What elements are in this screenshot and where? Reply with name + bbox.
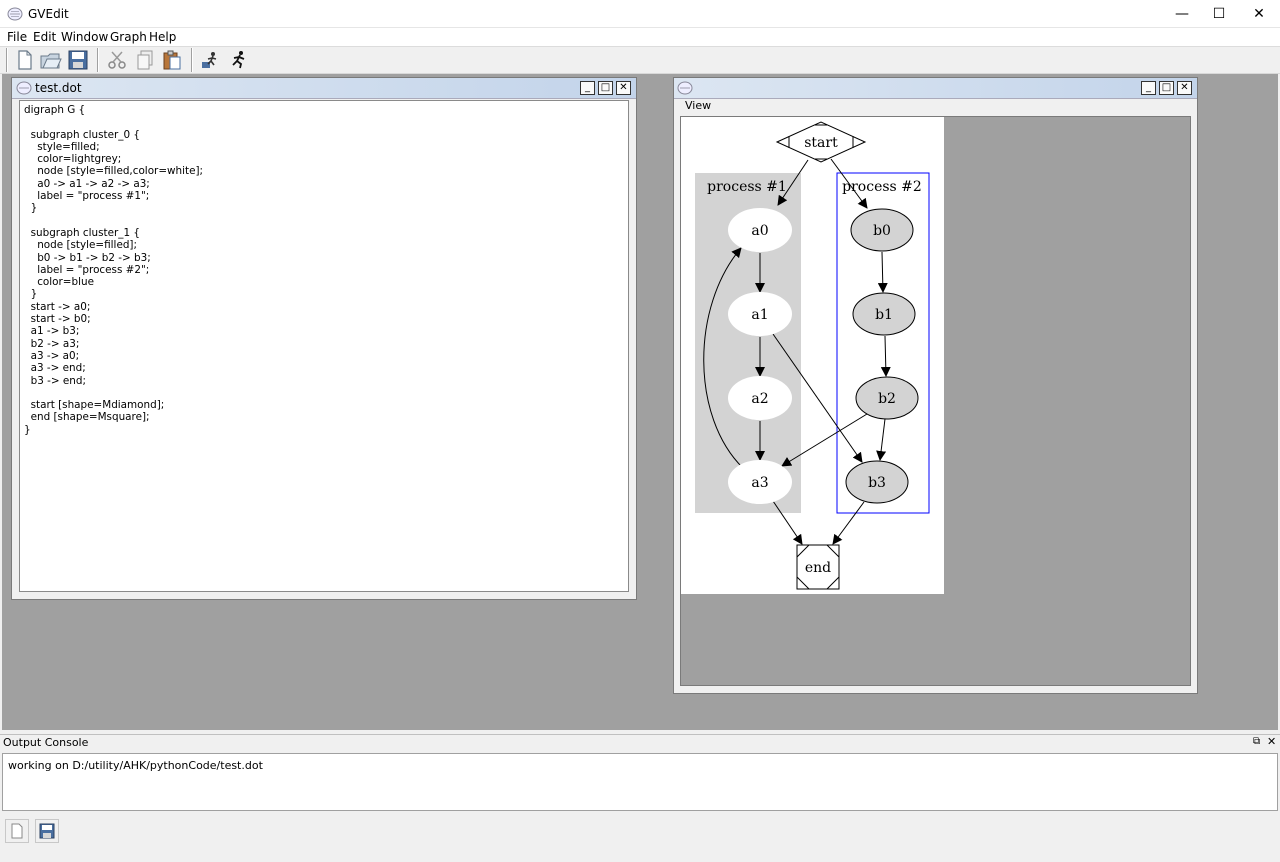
- node-b0: b0: [850, 208, 914, 252]
- console-title: Output Console: [3, 736, 89, 749]
- copy-icon[interactable]: [133, 48, 157, 72]
- node-a2: a2: [728, 376, 792, 420]
- cut-icon[interactable]: [105, 48, 129, 72]
- node-b1-label: b1: [875, 307, 893, 323]
- console-output[interactable]: working on D:/utility/AHK/pythonCode/tes…: [2, 753, 1278, 811]
- subwindow-close-button[interactable]: ✕: [616, 81, 631, 95]
- menu-edit[interactable]: Edit: [32, 28, 57, 46]
- node-b3-label: b3: [868, 475, 886, 491]
- app-title-bar: [0, 0, 1280, 28]
- save-icon[interactable]: [66, 48, 90, 72]
- toolbar-separator: [97, 48, 99, 72]
- node-b2: b2: [855, 376, 919, 420]
- view-menu[interactable]: View: [685, 99, 711, 112]
- dot-source-editor[interactable]: digraph G { subgraph cluster_0 { style=f…: [19, 100, 629, 592]
- toolbar-separator: [191, 48, 193, 72]
- node-a2-label: a2: [751, 391, 768, 407]
- run-icon[interactable]: [226, 48, 250, 72]
- subwindow-close-button[interactable]: ✕: [1177, 81, 1192, 95]
- console-toolbar: [0, 812, 1280, 862]
- subwindow-maximize-button[interactable]: □: [1159, 81, 1174, 95]
- subwindow-minimize-button[interactable]: _: [1141, 81, 1156, 95]
- undock-icon[interactable]: ⧉: [1253, 736, 1260, 747]
- menu-file[interactable]: File: [6, 28, 28, 46]
- subwindow-minimize-button[interactable]: _: [580, 81, 595, 95]
- node-start-label: start: [804, 135, 838, 151]
- cluster-0-label: process #1: [707, 179, 787, 195]
- node-a3: a3: [728, 460, 792, 504]
- node-a3-label: a3: [751, 475, 768, 491]
- open-folder-icon[interactable]: [39, 48, 63, 72]
- node-end-label: end: [805, 560, 831, 576]
- app-title: GVEdit: [28, 7, 69, 21]
- close-button[interactable]: ✕: [1236, 0, 1280, 28]
- new-file-icon[interactable]: [13, 48, 37, 72]
- node-b2-label: b2: [878, 391, 896, 407]
- menu-window[interactable]: Window: [60, 28, 109, 46]
- editor-title: test.dot: [35, 81, 82, 95]
- subwindow-maximize-button[interactable]: □: [598, 81, 613, 95]
- graphviz-icon: [7, 7, 23, 21]
- editor-title-bar[interactable]: [12, 78, 636, 99]
- node-a1: a1: [728, 292, 792, 336]
- layout-icon[interactable]: [199, 48, 223, 72]
- console-close-icon[interactable]: ✕: [1267, 735, 1276, 748]
- node-end: end: [796, 544, 840, 590]
- node-a0-label: a0: [751, 223, 768, 239]
- menu-bar: [0, 28, 1280, 46]
- graphviz-icon: [677, 81, 693, 95]
- toolbar-separator: [6, 48, 8, 72]
- menu-help[interactable]: Help: [148, 28, 177, 46]
- node-b3: b3: [845, 460, 909, 504]
- graph-view-title-bar[interactable]: [674, 78, 1197, 99]
- node-a1-label: a1: [751, 307, 768, 323]
- paste-icon[interactable]: [160, 48, 184, 72]
- graph-render: process #1 process #2 start a0 a1 a2 a3 …: [681, 117, 944, 594]
- node-b1: b1: [852, 292, 916, 336]
- console-header: [0, 734, 1280, 752]
- graphviz-icon: [16, 81, 32, 95]
- cluster-1-label: process #2: [842, 179, 922, 195]
- menu-graph[interactable]: Graph: [109, 28, 148, 46]
- node-b0-label: b0: [873, 223, 891, 239]
- new-file-icon[interactable]: [5, 819, 29, 843]
- node-a0: a0: [728, 208, 792, 252]
- save-icon[interactable]: [35, 819, 59, 843]
